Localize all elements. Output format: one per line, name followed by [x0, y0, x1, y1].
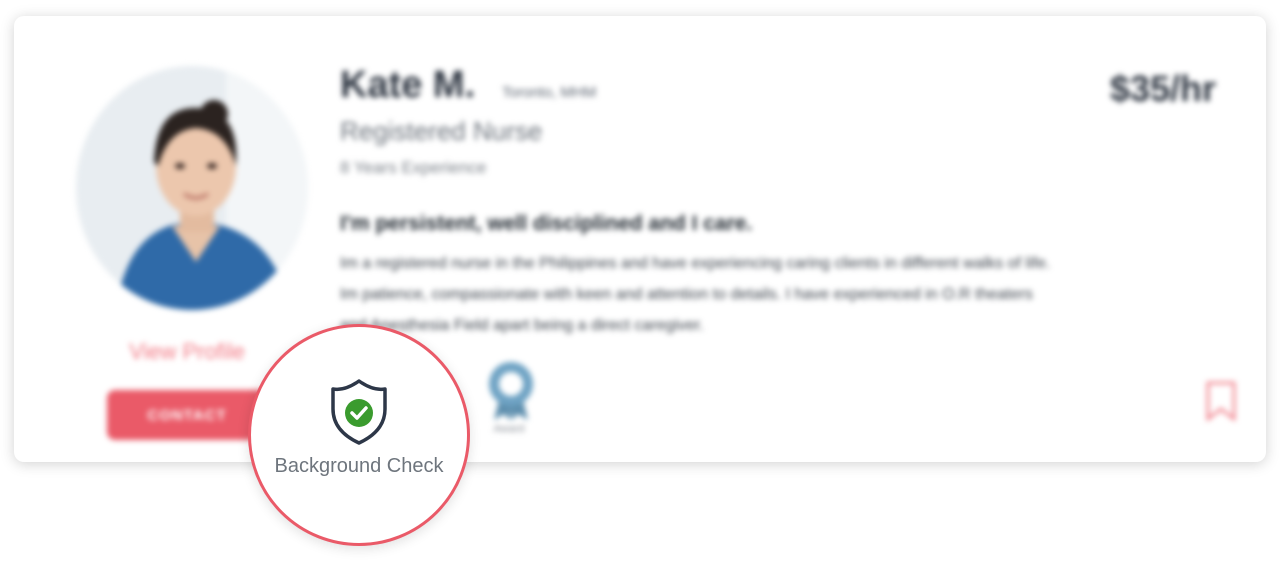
hourly-rate: $35/hr: [1109, 68, 1216, 109]
location-text: Toronto, MHM: [502, 84, 597, 101]
background-check-callout: Background Check: [248, 324, 470, 546]
bookmark-icon[interactable]: [1204, 380, 1238, 427]
award-badge-icon: [482, 360, 540, 427]
view-profile-link[interactable]: View Profile: [102, 339, 272, 365]
caregiver-card: View Profile CONTACT Kate M. Toronto, MH…: [14, 16, 1266, 462]
job-title: Registered Nurse: [340, 116, 543, 146]
profile-bio: Im a registered nurse in the Philippines…: [340, 248, 1220, 341]
contact-button[interactable]: CONTACT: [107, 390, 267, 440]
bio-line: and Anesthesia Field apart being a direc…: [340, 317, 704, 334]
avatar[interactable]: [76, 66, 308, 310]
award-label: Award: [493, 423, 525, 435]
profile-headline: I'm persistent, well disciplined and I c…: [340, 212, 753, 235]
shield-check-icon: [329, 377, 389, 450]
background-check-label: Background Check: [274, 455, 444, 477]
experience-text: 8 Years Experience: [340, 158, 487, 177]
caregiver-name: Kate M.: [340, 64, 476, 106]
bio-line: Im a registered nurse in the Philippines…: [340, 255, 1051, 272]
bio-line: Im patience, compassionate with keen and…: [340, 286, 1033, 303]
